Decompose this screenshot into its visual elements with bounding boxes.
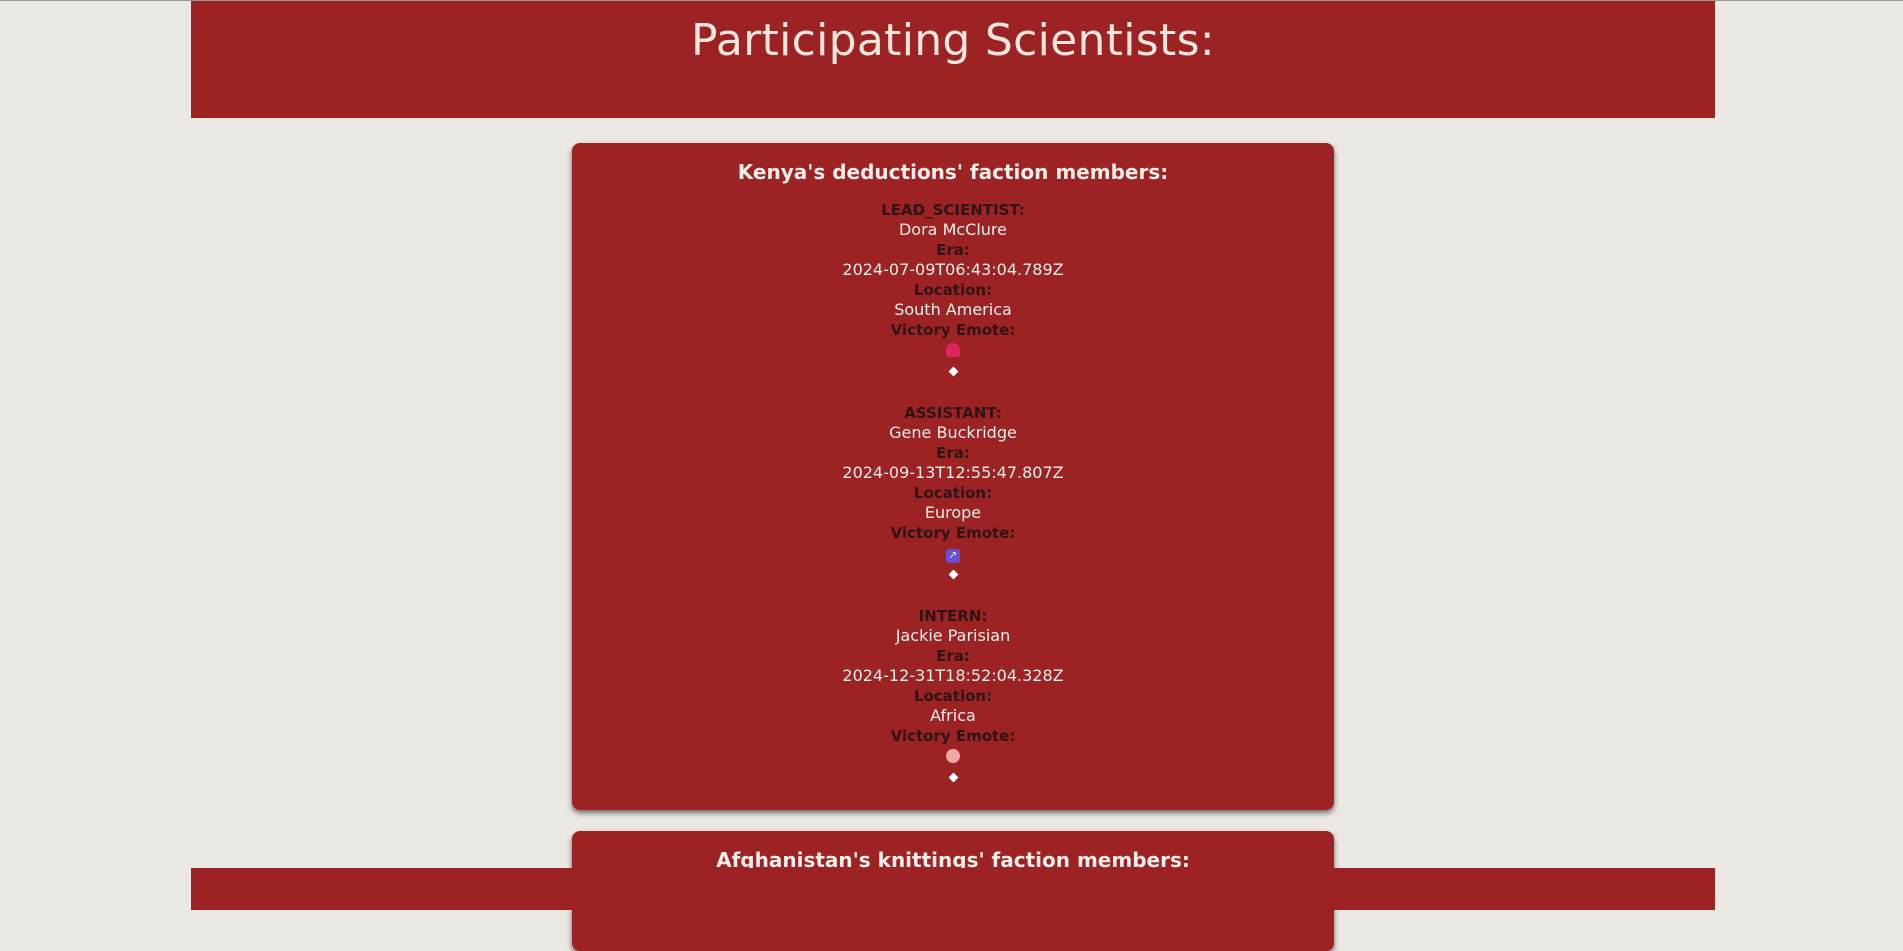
page-header: Participating Scientists:: [191, 1, 1715, 118]
page-title: Participating Scientists:: [691, 15, 1215, 66]
diamond-separator-icon: [948, 569, 958, 580]
era-value: 2024-12-31T18:52:04.328Z: [842, 666, 1064, 685]
member-entry: INTERN: Jackie Parisian Era: 2024-12-31T…: [572, 606, 1334, 786]
diamond-separator-icon: [948, 366, 958, 377]
era-label: Era:: [936, 241, 970, 259]
location-label: Location:: [913, 281, 993, 299]
era-value: 2024-09-13T12:55:47.807Z: [842, 463, 1064, 482]
diamond-separator-icon: [948, 772, 958, 783]
member-name: Dora McClure: [898, 220, 1007, 239]
location-value: Europe: [924, 503, 982, 522]
member-name: Jackie Parisian: [895, 626, 1011, 645]
location-value: Africa: [930, 706, 976, 725]
role-label: ASSISTANT:: [904, 404, 1002, 422]
era-label: Era:: [936, 647, 970, 665]
era-value: 2024-07-09T06:43:04.789Z: [842, 260, 1064, 279]
palette-emoji-icon: [946, 749, 960, 763]
faction-card: Kenya's deductions' faction members: LEA…: [572, 143, 1334, 810]
member-name: Gene Buckridge: [889, 423, 1017, 442]
location-label: Location:: [913, 687, 993, 705]
page-footer: [191, 868, 1715, 910]
era-label: Era:: [936, 444, 970, 462]
sagittarius-emoji-icon: ↗: [946, 549, 960, 563]
pink-blob-emoji-icon: [946, 343, 960, 357]
member-entry: ASSISTANT: Gene Buckridge Era: 2024-09-1…: [572, 403, 1334, 583]
location-label: Location:: [913, 484, 993, 502]
faction-title: Kenya's deductions' faction members:: [737, 160, 1169, 184]
emote-label: Victory Emote:: [890, 727, 1016, 745]
member-entry: LEAD_SCIENTIST: Dora McClure Era: 2024-0…: [572, 200, 1334, 380]
emote-label: Victory Emote:: [890, 321, 1016, 339]
role-label: LEAD_SCIENTIST:: [881, 201, 1025, 219]
role-label: INTERN:: [918, 607, 988, 625]
emote-label: Victory Emote:: [890, 524, 1016, 542]
location-value: South America: [894, 300, 1012, 319]
